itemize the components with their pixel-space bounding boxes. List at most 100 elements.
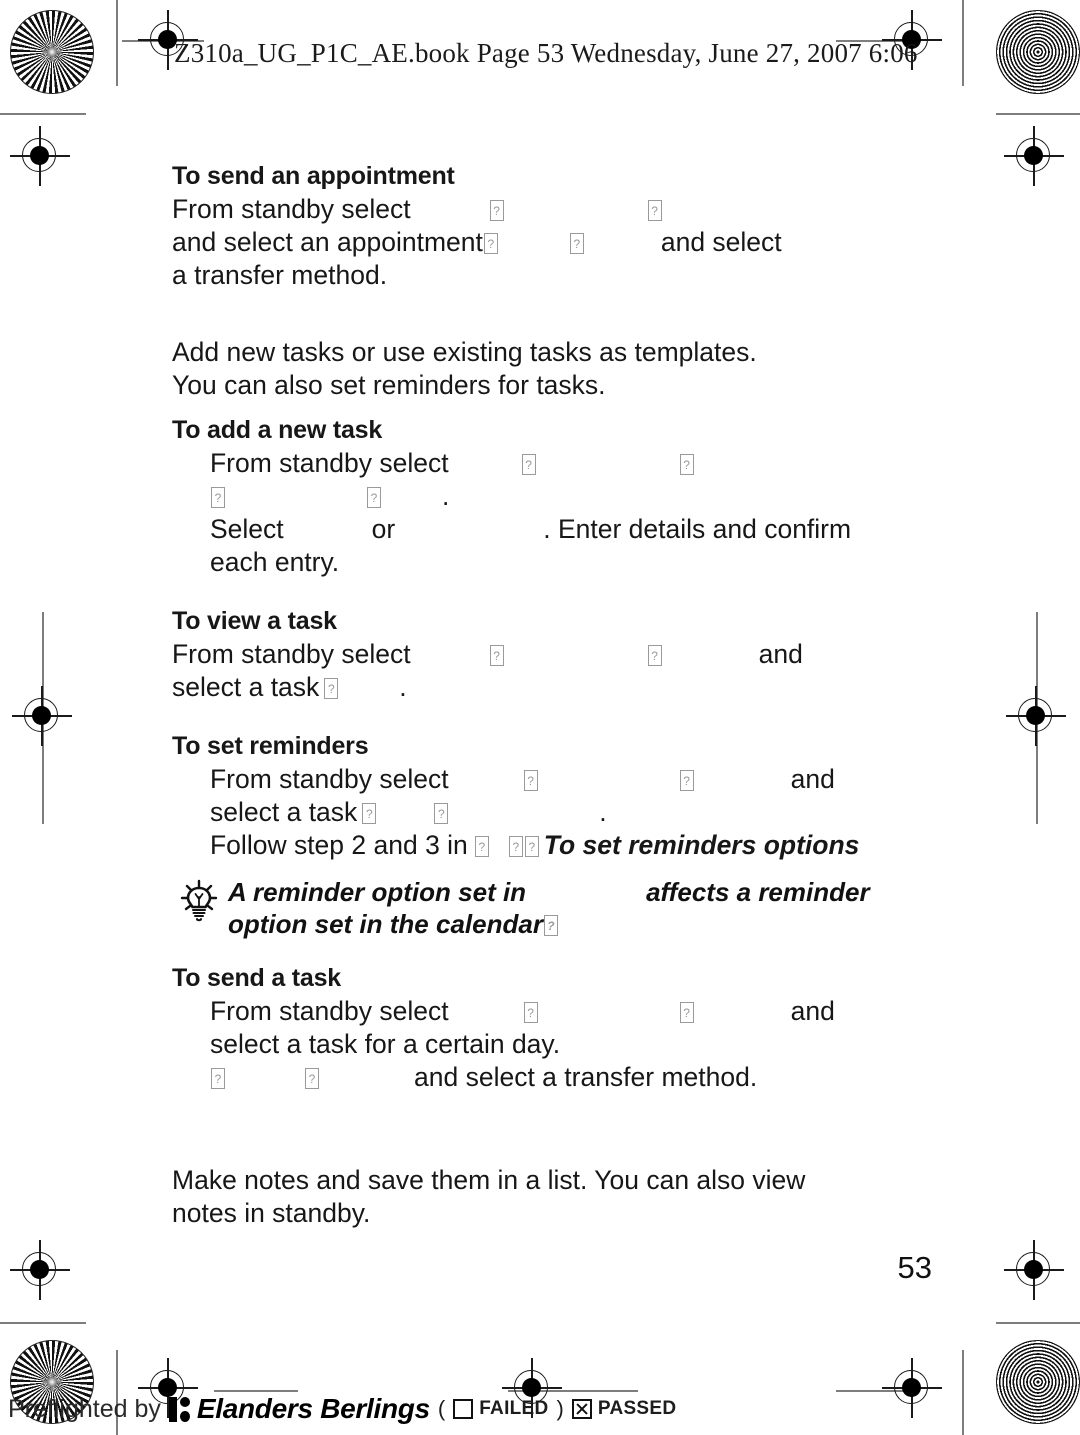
paragraph-addtask-line4: each entry. [210,547,340,577]
text-from-standby-select: From standby select [210,764,449,794]
missing-glyph-icon [489,645,504,666]
text-period: . [442,481,450,511]
text-select-a-task: select a task [210,797,358,827]
missing-glyph-icon [647,200,662,221]
missing-glyph-icon [523,1002,538,1023]
paragraph-tasks-intro-1: Add new tasks or use existing tasks as t… [172,337,757,367]
document-page: Z310a_UG_P1C_AE.book Page 53 Wednesday, … [0,0,1080,1435]
concentric-rings-target-icon-bottom [996,1340,1080,1424]
paragraph-notes-2: notes in standby. [172,1198,371,1228]
paragraph-sendtask-line1: From standby select and [210,995,932,1028]
heading-to-send-an-appointment: To send an appointment [172,162,455,190]
tip-text: A reminder option set in affects a remind… [228,876,932,940]
concentric-rings-target-icon [996,10,1080,94]
registration-target-icon-mid-left [12,686,72,746]
missing-glyph-icon [647,645,662,666]
heading-to-set-reminders: To set reminders [172,732,369,760]
elanders-logo-icon [168,1396,191,1422]
text-period: . [599,797,607,827]
text-select: Select [210,514,284,544]
missing-glyph-icon [679,770,694,791]
text-and-select: and select [660,227,782,257]
preflight-failed-label: FAILED [479,1398,549,1419]
text-from-standby-select: From standby select [172,194,411,224]
paragraph-addtask-line2: . [210,480,932,513]
text-from-standby-select: From standby select [210,996,449,1026]
paragraph-addtask-line1: From standby select [210,447,932,480]
missing-glyph-icon [211,1068,225,1089]
crop-line-right-vertical [962,0,964,86]
missing-glyph-icon [679,454,694,475]
page-body: To send an appointment From standby sele… [172,160,932,1230]
registration-target-icon-mid-right [1006,686,1066,746]
text-select-a-task: select a task [172,672,320,702]
paragraph-notes-1: Make notes and save them in a list. You … [172,1165,806,1195]
missing-glyph-icon [367,487,381,508]
registration-target-icon-upper-left [10,126,70,186]
missing-glyph-icon [679,1002,694,1023]
missing-glyph-icon [434,803,449,824]
passed-checkbox-icon [571,1399,592,1419]
heading-to-send-a-task: To send a task [172,964,342,992]
missing-glyph-icon [521,454,536,475]
tip-text-part-2: affects a reminder [646,877,870,907]
paragraph-reminders-line2: select a task. [210,796,932,829]
paragraph-appointment-line1: From standby select [172,193,932,226]
text-and: and [790,996,835,1026]
failed-checkbox-icon [453,1399,474,1419]
missing-glyph-icon [305,1068,319,1089]
paragraph-reminders-line3: Follow step 2 and 3 in To set reminders o… [210,829,932,862]
registration-target-icon-lower-right [1004,1240,1064,1300]
paragraph-addtask-line3: Select or . Enter details and confirm [210,513,932,546]
crop-line-bottomright-horizontal [996,1322,1080,1324]
text-follow-step: Follow step 2 and 3 in [210,830,468,860]
heading-to-view-a-task: To view a task [172,607,337,635]
text-and: and [758,639,803,669]
missing-glyph-icon [508,836,523,857]
text-to-set-reminders-options: To set reminders options [543,830,860,860]
missing-glyph-icon [324,678,339,699]
preflight-stamp: Preflighted by Elanders Berlings ( FAILE… [8,1393,676,1425]
preflight-open-paren: ( [437,1396,446,1421]
missing-glyph-icon [489,200,504,221]
paragraph-viewtask-line2: select a task. [172,671,932,704]
registration-target-icon-lower-left [10,1240,70,1300]
tip-line-1: A reminder option set in affects a remind… [228,876,932,908]
crop-line-bottomleft-horizontal [0,1322,86,1324]
text-from-standby-select: From standby select [210,448,449,478]
missing-glyph-icon [569,233,584,254]
registration-target-icon-bottom-right [882,1358,942,1418]
missing-glyph-icon [362,803,377,824]
text-and-select-an-appointment: and select an appointment [172,227,483,257]
star-target-icon [10,10,94,94]
crop-line-footer-left [214,1390,298,1392]
crop-line-topleft-horizontal [0,113,86,115]
paragraph-appointment-line2: and select an appointment and select [172,226,932,259]
crop-line-left-vertical [116,0,118,86]
preflight-close-paren: ) [556,1396,564,1421]
text-period: . [399,672,407,702]
crop-line-topright-horizontal [996,113,1080,115]
paragraph-viewtask-line1: From standby select and [172,638,932,671]
paragraph-sendtask-line2: select a task for a certain day. [210,1029,561,1059]
preflight-brand: Elanders Berlings [196,1393,430,1424]
paragraph-reminders-line1: From standby select and [210,763,932,796]
tip-text-part-3: option set in the calendar [228,909,543,939]
book-header-line: Z310a_UG_P1C_AE.book Page 53 Wednesday, … [174,38,918,68]
text-and: and [790,764,835,794]
preflight-label: Preflighted by [8,1394,161,1423]
paragraph-appointment-line3: a transfer method. [172,260,388,290]
preflight-passed-label: PASSED [597,1398,677,1419]
tip-callout: A reminder option set in affects a remind… [172,876,932,940]
missing-glyph-icon [483,233,498,254]
text-or: or [371,514,396,544]
missing-glyph-icon [474,836,489,857]
missing-glyph-icon [211,487,225,508]
paragraph-tasks-intro-2: You can also set reminders for tasks. [172,370,606,400]
text-enter-details: . Enter details and confirm [543,514,852,544]
text-and-select-transfer-method: and select a transfer method. [414,1062,758,1092]
lightbulb-icon [180,879,218,922]
crop-line-bottomright-vertical [962,1350,964,1435]
missing-glyph-icon [523,770,538,791]
missing-glyph-icon [524,836,539,857]
